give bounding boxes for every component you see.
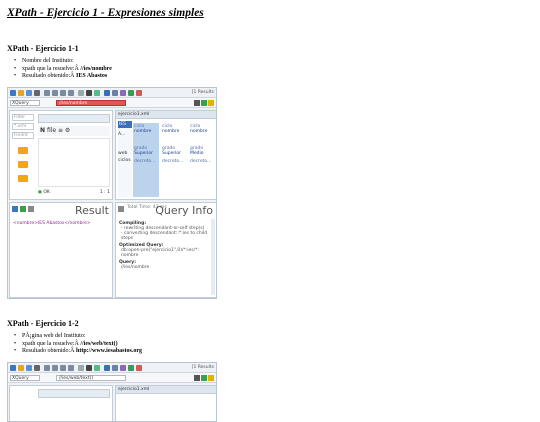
editor-pane: Filter *.xml Findnt N file ≡ ⚙ ● OK 1 : … bbox=[9, 110, 113, 200]
run-icon[interactable] bbox=[201, 100, 207, 106]
toolbar: [1 Results bbox=[8, 88, 216, 98]
section-heading: XPath - Ejercicio 1-1 bbox=[7, 44, 79, 53]
save-icon[interactable] bbox=[26, 365, 32, 371]
home-icon[interactable] bbox=[44, 90, 50, 96]
run-icon[interactable] bbox=[201, 375, 207, 381]
back-icon[interactable] bbox=[52, 90, 58, 96]
toolbar: [1 Results bbox=[8, 363, 216, 373]
back-icon[interactable] bbox=[52, 365, 58, 371]
table-icon[interactable] bbox=[120, 90, 126, 96]
grid-cell[interactable]: ciclo nombre grado Superior decreto... bbox=[133, 123, 159, 197]
settings-icon[interactable] bbox=[86, 90, 92, 96]
result-text: <nombre>IES Abastos</nombre> bbox=[13, 221, 91, 226]
search-icon[interactable] bbox=[78, 365, 84, 371]
forward-icon[interactable] bbox=[60, 90, 66, 96]
close-icon[interactable] bbox=[34, 90, 40, 96]
results-count: [1 Results bbox=[191, 90, 214, 95]
filter-input[interactable]: *.xml bbox=[12, 123, 34, 130]
editor-toolbar bbox=[38, 114, 110, 123]
grid-cell[interactable]: ciclo nombre grado Medio decreto... bbox=[189, 123, 215, 197]
plot-icon[interactable] bbox=[128, 365, 134, 371]
search-icon[interactable] bbox=[118, 206, 124, 212]
query-info-body: Compiling: - rewriting descendant-or-sel… bbox=[119, 221, 208, 270]
list-item: Resultado obtenido:Â http://www.iesabast… bbox=[14, 348, 142, 356]
explorer-icon[interactable] bbox=[136, 90, 142, 96]
forward-icon[interactable] bbox=[60, 365, 66, 371]
query-input[interactable]: //ies/web/text() bbox=[56, 375, 126, 381]
save-icon[interactable] bbox=[26, 90, 32, 96]
settings-icon[interactable] bbox=[86, 365, 92, 371]
file-tab[interactable]: ejercicio1.xml bbox=[116, 111, 216, 119]
open-icon[interactable] bbox=[10, 365, 16, 371]
file-tab[interactable]: ejercicio1.xml bbox=[116, 386, 216, 394]
map-icon[interactable] bbox=[104, 90, 110, 96]
stop-icon[interactable] bbox=[194, 100, 200, 106]
grid-cell[interactable]: ciclo nombre grado Superior decreto... bbox=[161, 123, 187, 197]
plot-icon[interactable] bbox=[128, 90, 134, 96]
list-item: PÃ¡gina web del Instituto: bbox=[14, 333, 142, 341]
query-bar: XQuery //ies/web/text() bbox=[8, 373, 216, 383]
filter-icon[interactable] bbox=[208, 375, 214, 381]
status-bar: ● OK 1 : 1 bbox=[38, 190, 110, 195]
info-icon[interactable] bbox=[94, 90, 100, 96]
map-icon[interactable] bbox=[104, 365, 110, 371]
editor-area[interactable] bbox=[38, 138, 110, 187]
folder-icon[interactable] bbox=[18, 161, 28, 168]
query-info-pane: Total Time: 43 ms Query Info Compiling: … bbox=[115, 202, 216, 298]
list-item: xpath que la resuelve:Â //ies/web/text() bbox=[14, 341, 142, 349]
bullet-list: PÃ¡gina web del Instituto: xpath que la … bbox=[14, 333, 142, 356]
map-pane: ejercicio1.xml IES A... web ciclos ciclo… bbox=[115, 110, 216, 200]
list-item: Nombre del Instituto: bbox=[14, 58, 112, 66]
filter-icon[interactable] bbox=[208, 100, 214, 106]
tree-icon[interactable] bbox=[112, 90, 118, 96]
folder-icon[interactable] bbox=[18, 175, 28, 182]
query-bar: XQuery //ies/nombre bbox=[8, 98, 216, 108]
editor-tab[interactable]: N file ≡ ⚙ bbox=[38, 126, 110, 136]
bullet-list: Nombre del Instituto: xpath que la resue… bbox=[14, 58, 112, 81]
results-count: [1 Results bbox=[191, 365, 214, 370]
language-select[interactable]: XQuery bbox=[10, 375, 40, 381]
up-icon[interactable] bbox=[68, 365, 74, 371]
open-icon[interactable] bbox=[10, 90, 16, 96]
info-icon[interactable] bbox=[94, 365, 100, 371]
find-input[interactable]: Findnt bbox=[12, 132, 34, 139]
filter-input[interactable]: Filter bbox=[12, 114, 34, 121]
list-item: Resultado obtenido:Â IES Abastos bbox=[14, 73, 112, 81]
section-heading: XPath - Ejercicio 1-2 bbox=[7, 319, 79, 328]
language-select[interactable]: XQuery bbox=[10, 100, 40, 106]
basex-screenshot: [1 Results XQuery //ies/nombre Filter *.… bbox=[7, 87, 217, 299]
save-icon[interactable] bbox=[12, 206, 18, 212]
page-title: XPath - Ejercicio 1 - Expresiones simple… bbox=[7, 7, 204, 19]
editor-pane bbox=[9, 385, 113, 421]
editor-toolbar bbox=[38, 389, 110, 398]
search-icon[interactable] bbox=[78, 90, 84, 96]
query-info-title: Query Info bbox=[155, 204, 213, 217]
table-icon[interactable] bbox=[120, 365, 126, 371]
map-pane: ejercicio1.xml bbox=[115, 385, 216, 421]
basex-screenshot: [1 Results XQuery //ies/web/text() ejerc… bbox=[7, 362, 217, 422]
home-icon[interactable] bbox=[20, 206, 26, 212]
stop-icon[interactable] bbox=[194, 375, 200, 381]
tree-icon[interactable] bbox=[112, 365, 118, 371]
explorer-icon[interactable] bbox=[136, 365, 142, 371]
list-item: xpath que la resuelve:Â //ies/nombre bbox=[14, 66, 112, 74]
tree-column: IES A... web ciclos bbox=[118, 121, 132, 197]
search-icon[interactable] bbox=[28, 206, 34, 212]
scrollbar[interactable] bbox=[211, 219, 215, 295]
folder-icon[interactable] bbox=[18, 365, 24, 371]
folder-icon[interactable] bbox=[18, 90, 24, 96]
close-icon[interactable] bbox=[34, 365, 40, 371]
home-icon[interactable] bbox=[44, 365, 50, 371]
result-title: Result bbox=[75, 204, 109, 217]
query-input[interactable]: //ies/nombre bbox=[56, 100, 126, 106]
folder-icon[interactable] bbox=[18, 147, 28, 154]
result-pane: Result <nombre>IES Abastos</nombre> bbox=[9, 202, 113, 298]
up-icon[interactable] bbox=[68, 90, 74, 96]
